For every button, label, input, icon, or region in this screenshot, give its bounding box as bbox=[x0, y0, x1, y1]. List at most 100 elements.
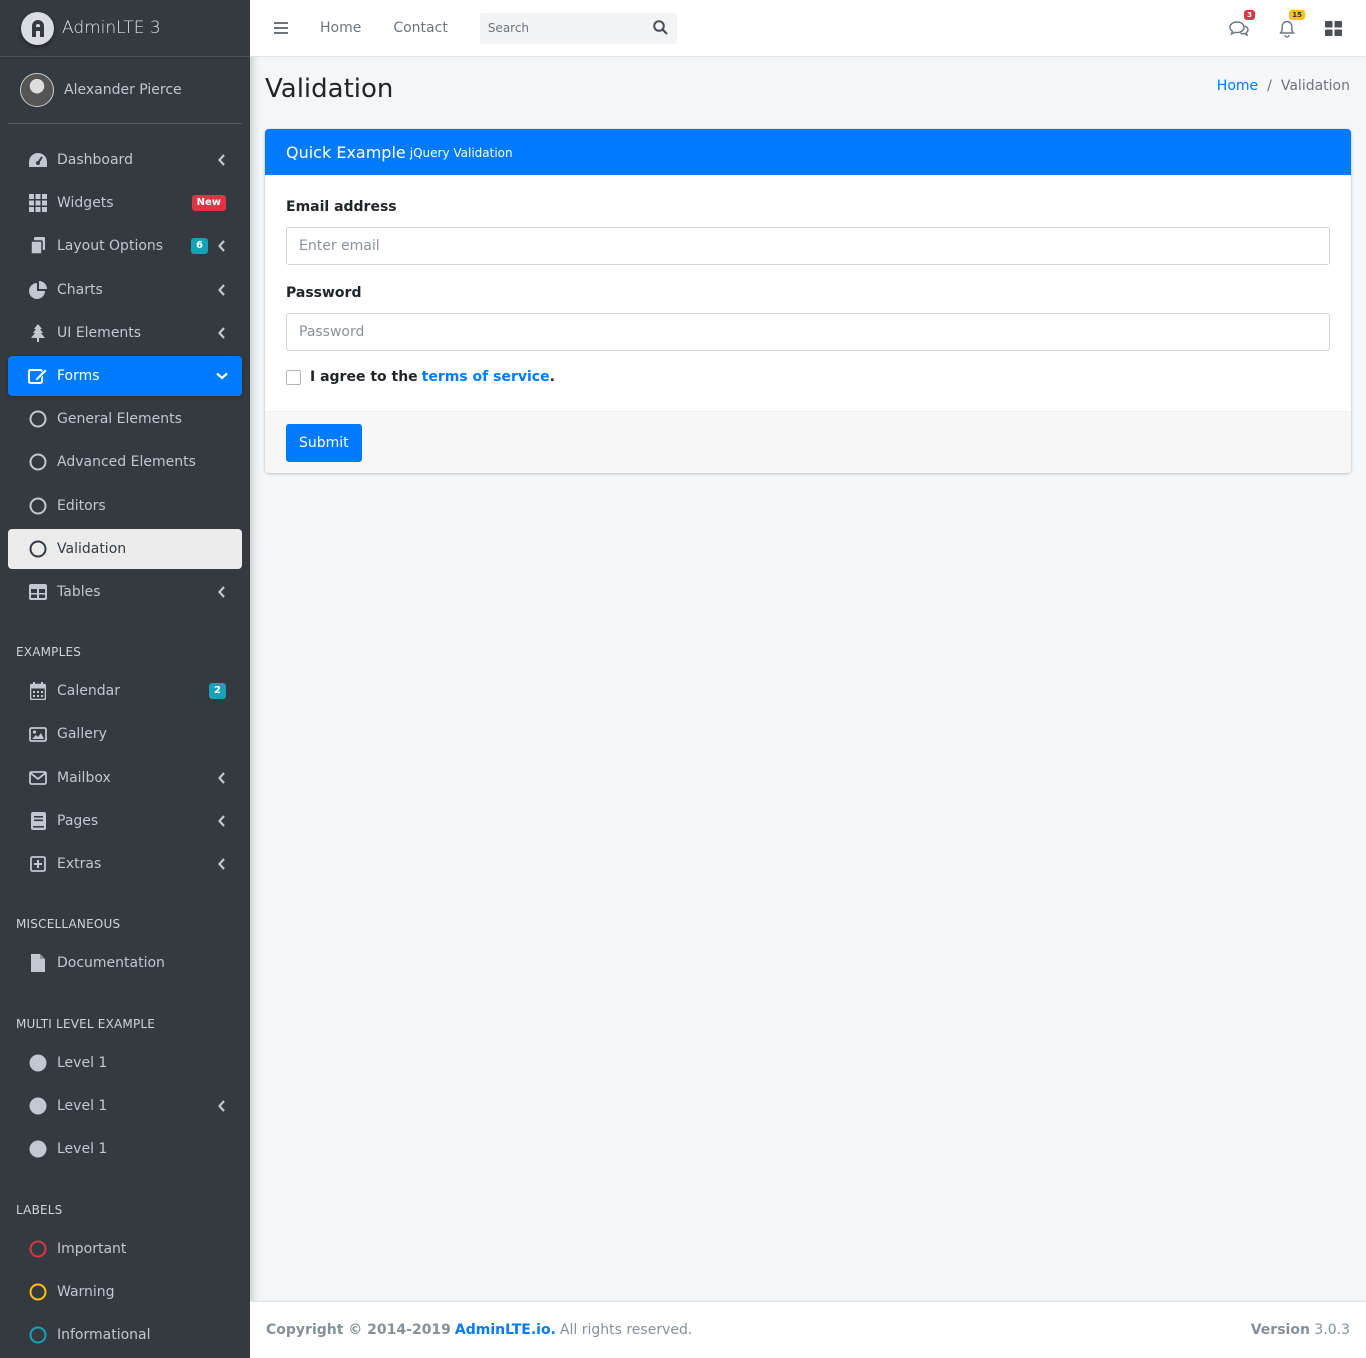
sidebar-item-advanced-elements[interactable]: Advanced Elements bbox=[8, 442, 242, 482]
circle-icon bbox=[28, 539, 48, 559]
submit-button[interactable]: Submit bbox=[286, 424, 362, 462]
sidebar-item-label: Charts bbox=[57, 282, 103, 298]
terms-checkbox[interactable] bbox=[286, 369, 301, 385]
dashboard-icon bbox=[28, 150, 48, 170]
sidebar-item-label: Layout Options bbox=[57, 238, 164, 254]
chevron-down-icon bbox=[216, 372, 228, 380]
sidebar-item-label: Extras bbox=[57, 856, 102, 872]
sidebar-item-general-elements[interactable]: General Elements bbox=[8, 399, 242, 439]
sidebar-item-informational[interactable]: Informational bbox=[8, 1315, 242, 1355]
nav-link-contact[interactable]: Contact bbox=[393, 20, 447, 36]
sidebar-item-ui-elements[interactable]: UI Elements bbox=[8, 313, 242, 353]
email-label: Email address bbox=[286, 199, 397, 215]
count-badge: 2 bbox=[209, 683, 226, 699]
sidebar-item-important[interactable]: Important bbox=[8, 1229, 242, 1269]
terms-of-service-link[interactable]: terms of service bbox=[422, 369, 550, 385]
sidebar-item-label: General Elements bbox=[57, 411, 182, 427]
circle-teal-icon bbox=[28, 1325, 48, 1345]
breadcrumb-home[interactable]: Home bbox=[1217, 78, 1258, 94]
file-icon bbox=[28, 953, 48, 973]
avatar[interactable] bbox=[20, 73, 54, 107]
sidebar-item-gallery[interactable]: Gallery bbox=[8, 714, 242, 754]
card-header: Quick Example jQuery Validation bbox=[265, 129, 1351, 175]
user-name[interactable]: Alexander Pierce bbox=[64, 82, 182, 98]
sidebar-item-layout-options[interactable]: Layout Options 6 bbox=[8, 226, 242, 266]
sidebar-item-level-1-third[interactable]: Level 1 bbox=[8, 1129, 242, 1169]
tree-icon bbox=[28, 323, 48, 343]
sidebar-item-editors[interactable]: Editors bbox=[8, 486, 242, 526]
nav-header-labels: LABELS bbox=[16, 1203, 63, 1217]
image-icon bbox=[28, 724, 48, 744]
main-sidebar: AdminLTE 3 Alexander Pierce Dashboard Wi… bbox=[0, 0, 250, 1358]
widgets-icon bbox=[28, 193, 48, 213]
brand-link[interactable]: AdminLTE 3 bbox=[0, 0, 250, 57]
sidebar-item-label: Forms bbox=[57, 368, 100, 384]
validation-card: Quick Example jQuery Validation Email ad… bbox=[265, 129, 1351, 473]
nav-link-home[interactable]: Home bbox=[320, 20, 361, 36]
circle-filled-icon bbox=[28, 1096, 48, 1116]
circle-red-icon bbox=[28, 1239, 48, 1259]
sidebar-item-label: Gallery bbox=[57, 726, 107, 742]
sidebar-item-forms[interactable]: Forms bbox=[8, 356, 242, 396]
adminlte-logo-icon bbox=[21, 11, 54, 45]
terms-text: I agree to the bbox=[310, 369, 418, 385]
notifications-icon[interactable]: 15 bbox=[1275, 9, 1305, 41]
sidebar-item-label: Documentation bbox=[57, 955, 165, 971]
control-sidebar-icon[interactable] bbox=[1321, 17, 1345, 41]
sidebar-item-dashboard[interactable]: Dashboard bbox=[8, 140, 242, 180]
sidebar-item-warning[interactable]: Warning bbox=[8, 1272, 242, 1312]
sidebar-item-label: UI Elements bbox=[57, 325, 142, 341]
copy-icon bbox=[28, 236, 48, 256]
sidebar-item-label: Informational bbox=[57, 1327, 151, 1343]
sidebar-item-tables[interactable]: Tables bbox=[8, 572, 242, 612]
nav-header-miscellaneous: MISCELLANEOUS bbox=[16, 917, 121, 931]
sidebar-item-level-1-sub[interactable]: Level 1 bbox=[8, 1086, 242, 1126]
search-icon[interactable] bbox=[653, 19, 669, 36]
sidebar-item-pages[interactable]: Pages bbox=[8, 801, 242, 841]
nav-header-examples: EXAMPLES bbox=[16, 645, 82, 659]
sidebar-item-validation[interactable]: Validation bbox=[8, 529, 242, 569]
email-field[interactable] bbox=[286, 227, 1330, 265]
sidebar-item-label: Tables bbox=[57, 584, 101, 600]
adminlte-link[interactable]: AdminLTE.io. bbox=[455, 1322, 556, 1338]
sidebar-item-level-1[interactable]: Level 1 bbox=[8, 1043, 242, 1083]
sidebar-item-label: Calendar bbox=[57, 683, 120, 699]
navbar-right: 3 15 bbox=[1227, 0, 1366, 57]
chevron-left-icon bbox=[216, 586, 228, 598]
chevron-left-icon bbox=[216, 1100, 228, 1112]
sidebar-item-label: Editors bbox=[57, 498, 106, 514]
circle-icon bbox=[28, 496, 48, 516]
circle-filled-icon bbox=[28, 1139, 48, 1159]
circle-icon bbox=[28, 409, 48, 429]
sidebar-item-label: Level 1 bbox=[57, 1098, 108, 1114]
calendar-icon bbox=[28, 681, 48, 701]
circle-yellow-icon bbox=[28, 1282, 48, 1302]
sidebar-item-label: Important bbox=[57, 1241, 127, 1257]
sidebar-item-extras[interactable]: Extras bbox=[8, 844, 242, 884]
sidebar-item-label: Pages bbox=[57, 813, 99, 829]
breadcrumb-separator: / bbox=[1267, 78, 1272, 94]
chevron-left-icon bbox=[216, 772, 228, 784]
card-body: Email address Password I agree to the te… bbox=[265, 175, 1351, 411]
sidebar-item-mailbox[interactable]: Mailbox bbox=[8, 758, 242, 798]
rights-text: All rights reserved. bbox=[559, 1322, 693, 1338]
sidebar-item-label: Level 1 bbox=[57, 1055, 108, 1071]
sidebar-item-calendar[interactable]: Calendar 2 bbox=[8, 671, 242, 711]
password-label: Password bbox=[286, 285, 362, 301]
card-subtitle: jQuery Validation bbox=[409, 146, 513, 160]
plus-square-icon bbox=[28, 854, 48, 874]
main-footer: Copyright © 2014-2019 AdminLTE.io. All r… bbox=[250, 1301, 1366, 1358]
card-footer: Submit bbox=[265, 411, 1351, 473]
password-field[interactable] bbox=[286, 313, 1330, 351]
user-panel: Alexander Pierce bbox=[8, 57, 242, 124]
sidebar-item-charts[interactable]: Charts bbox=[8, 270, 242, 310]
sidebar-item-label: Validation bbox=[57, 541, 127, 557]
hamburger-menu-icon[interactable] bbox=[274, 22, 288, 34]
copyright-text: Copyright © 2014-2019 bbox=[266, 1322, 451, 1338]
search-input[interactable] bbox=[487, 21, 638, 35]
sidebar-item-widgets[interactable]: Widgets New bbox=[8, 183, 242, 223]
messages-icon[interactable]: 3 bbox=[1227, 9, 1255, 41]
sidebar-item-documentation[interactable]: Documentation bbox=[8, 943, 242, 983]
breadcrumb: Home / Validation bbox=[1217, 78, 1350, 94]
nav-header-multi-level: MULTI LEVEL EXAMPLE bbox=[16, 1017, 156, 1031]
